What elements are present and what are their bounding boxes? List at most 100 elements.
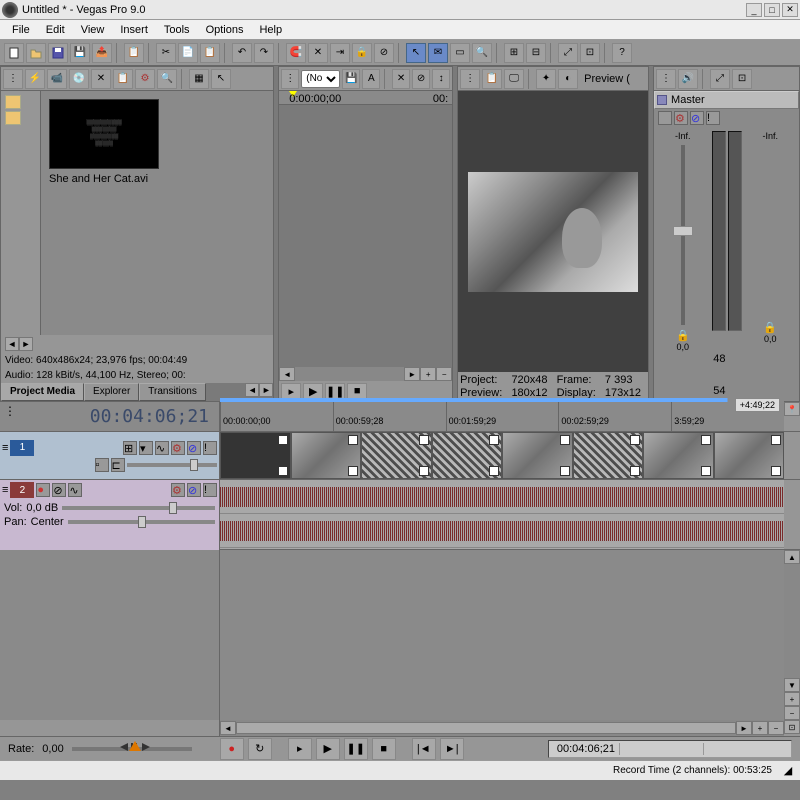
video-clip[interactable] xyxy=(502,432,573,479)
vscroll-up[interactable]: ▲ xyxy=(784,550,800,564)
transport-time-display[interactable]: 00:04:06;21 xyxy=(548,740,792,758)
track-auto-button[interactable]: ∿ xyxy=(155,441,169,455)
timeline-current-time[interactable]: 00:04:06;21 xyxy=(90,406,209,427)
resize-grip-icon[interactable]: ◢ xyxy=(780,764,796,777)
play-button[interactable]: ▶ xyxy=(316,738,340,760)
trim-grip-icon[interactable]: ⋮ xyxy=(281,69,299,89)
undo-button[interactable]: ↶ xyxy=(232,43,252,63)
track-parent-button[interactable]: ⊏ xyxy=(111,458,125,472)
track-comp2-button[interactable]: ▫ xyxy=(95,458,109,472)
trimmer-body[interactable] xyxy=(279,105,452,367)
trim-zoom-in[interactable]: + xyxy=(420,367,436,381)
hzoom-out[interactable]: − xyxy=(768,721,784,735)
rate-slider[interactable] xyxy=(72,747,192,751)
track-grip-icon[interactable]: ≡ xyxy=(2,484,8,496)
menu-tools[interactable]: Tools xyxy=(156,22,198,38)
menu-file[interactable]: File xyxy=(4,22,38,38)
tool4-button[interactable]: ⊡ xyxy=(580,43,600,63)
track-grip-icon[interactable]: ≡ xyxy=(2,442,8,454)
trim-scroll-right[interactable]: ► xyxy=(404,367,420,381)
nav-right-button[interactable]: ► xyxy=(19,337,33,351)
clip-pan-icon[interactable] xyxy=(630,466,640,476)
new-button[interactable] xyxy=(4,43,24,63)
menu-options[interactable]: Options xyxy=(198,22,252,38)
trimmer-ruler[interactable]: 0:00:00;00 00: xyxy=(279,91,452,105)
pm-arrow-button[interactable]: ↖ xyxy=(211,69,231,89)
tool3-button[interactable]: ⤢ xyxy=(558,43,578,63)
record-button[interactable]: ● xyxy=(220,738,244,760)
close-button[interactable]: ✕ xyxy=(782,3,798,17)
prev-props-button[interactable]: 📋 xyxy=(482,69,502,89)
track-solo-button[interactable]: ! xyxy=(203,441,217,455)
hscroll-thumb[interactable] xyxy=(236,722,736,734)
clip-pan-icon[interactable] xyxy=(348,466,358,476)
pm-search-button[interactable]: 🔍 xyxy=(157,69,177,89)
clip-pan-icon[interactable] xyxy=(419,466,429,476)
zoom-tool-button[interactable]: 🔍 xyxy=(472,43,492,63)
track-level-slider[interactable] xyxy=(127,463,218,467)
clip-pan-icon[interactable] xyxy=(489,466,499,476)
clip-pan-icon[interactable] xyxy=(560,466,570,476)
marker-button[interactable]: 📍 xyxy=(784,402,800,416)
trim-pause-button[interactable]: ❚❚ xyxy=(325,383,345,399)
loop-button[interactable]: ↻ xyxy=(248,738,272,760)
clip-fx-icon[interactable] xyxy=(701,435,711,445)
menu-help[interactable]: Help xyxy=(251,22,290,38)
trim-remove-button[interactable]: ✕ xyxy=(392,69,410,89)
cut-button[interactable]: ✂ xyxy=(156,43,176,63)
timeline-ruler[interactable]: 00:00:00;00 00:00:59;28 00:01:59;29 00:0… xyxy=(220,402,784,431)
prev-external-button[interactable]: 🖵 xyxy=(504,69,524,89)
track-fx-button[interactable]: ⚙ xyxy=(171,441,185,455)
clip-pan-icon[interactable] xyxy=(701,466,711,476)
media-thumbnail[interactable]: ░░░░░░░░░░░░░░░░░░░░░░░░░░░░░░ xyxy=(49,99,159,169)
master-out-button[interactable]: 🔊 xyxy=(678,69,698,89)
pm-fx-button[interactable]: ⚙ xyxy=(135,69,155,89)
pause-button[interactable]: ❚❚ xyxy=(344,738,368,760)
pm-views-button[interactable]: ▦ xyxy=(189,69,209,89)
track-mute-button[interactable]: ⊘ xyxy=(187,483,201,497)
pm-folder-tree[interactable] xyxy=(1,91,41,335)
track-mute-button[interactable]: ⊘ xyxy=(187,441,201,455)
menu-view[interactable]: View xyxy=(73,22,113,38)
nav-left-button[interactable]: ◄ xyxy=(5,337,19,351)
clip-pan-icon[interactable] xyxy=(278,466,288,476)
fader-knob[interactable] xyxy=(673,226,693,236)
clip-fx-icon[interactable] xyxy=(419,435,429,445)
saveall-button[interactable]: 💾 xyxy=(70,43,90,63)
redo-button[interactable]: ↷ xyxy=(254,43,274,63)
autoripple-button[interactable]: ⇥ xyxy=(330,43,350,63)
zoom-fit-button[interactable]: ⊡ xyxy=(784,720,800,734)
clip-fx-icon[interactable] xyxy=(771,435,781,445)
trim-scroll-left[interactable]: ◄ xyxy=(279,367,295,381)
autocross-button[interactable]: ✕ xyxy=(308,43,328,63)
vzoom-in[interactable]: + xyxy=(784,692,800,706)
help-button[interactable]: ? xyxy=(612,43,632,63)
video-clip[interactable] xyxy=(573,432,644,479)
master-fx-button[interactable]: ⚙ xyxy=(674,111,688,125)
tool2-button[interactable]: ⊟ xyxy=(526,43,546,63)
clip-fx-icon[interactable] xyxy=(348,435,358,445)
trim-sort-button[interactable]: ↕ xyxy=(432,69,450,89)
trim-stop-button[interactable]: ■ xyxy=(347,383,367,399)
tab-scroll-left[interactable]: ◄ xyxy=(245,383,259,397)
folder-icon[interactable] xyxy=(5,95,21,109)
video-clip[interactable] xyxy=(643,432,714,479)
pm-remove-button[interactable]: ✕ xyxy=(91,69,111,89)
timeline-empty-area[interactable]: ▲ ▼ + − xyxy=(0,550,800,720)
trim-tool1-button[interactable]: A xyxy=(362,69,380,89)
prev-split-button[interactable]: ◐ xyxy=(558,69,578,89)
master-solo-button[interactable]: ! xyxy=(706,111,720,125)
hzoom-in[interactable]: + xyxy=(752,721,768,735)
pm-import-button[interactable]: ⚡ xyxy=(25,69,45,89)
track-motion-button[interactable]: ⊞ xyxy=(123,441,137,455)
vol-slider[interactable] xyxy=(62,506,215,510)
stop-button[interactable]: ■ xyxy=(372,738,396,760)
vscroll-down[interactable]: ▼ xyxy=(784,678,800,692)
track-auto-button[interactable]: ∿ xyxy=(68,483,82,497)
track-comp-button[interactable]: ▾ xyxy=(139,441,153,455)
tab-scroll-right[interactable]: ► xyxy=(259,383,273,397)
prev-grip-icon[interactable]: ⋮ xyxy=(460,69,480,89)
video-track-content[interactable] xyxy=(220,432,784,479)
master-downmix-button[interactable]: ⊡ xyxy=(732,69,752,89)
maximize-button[interactable]: □ xyxy=(764,3,780,17)
